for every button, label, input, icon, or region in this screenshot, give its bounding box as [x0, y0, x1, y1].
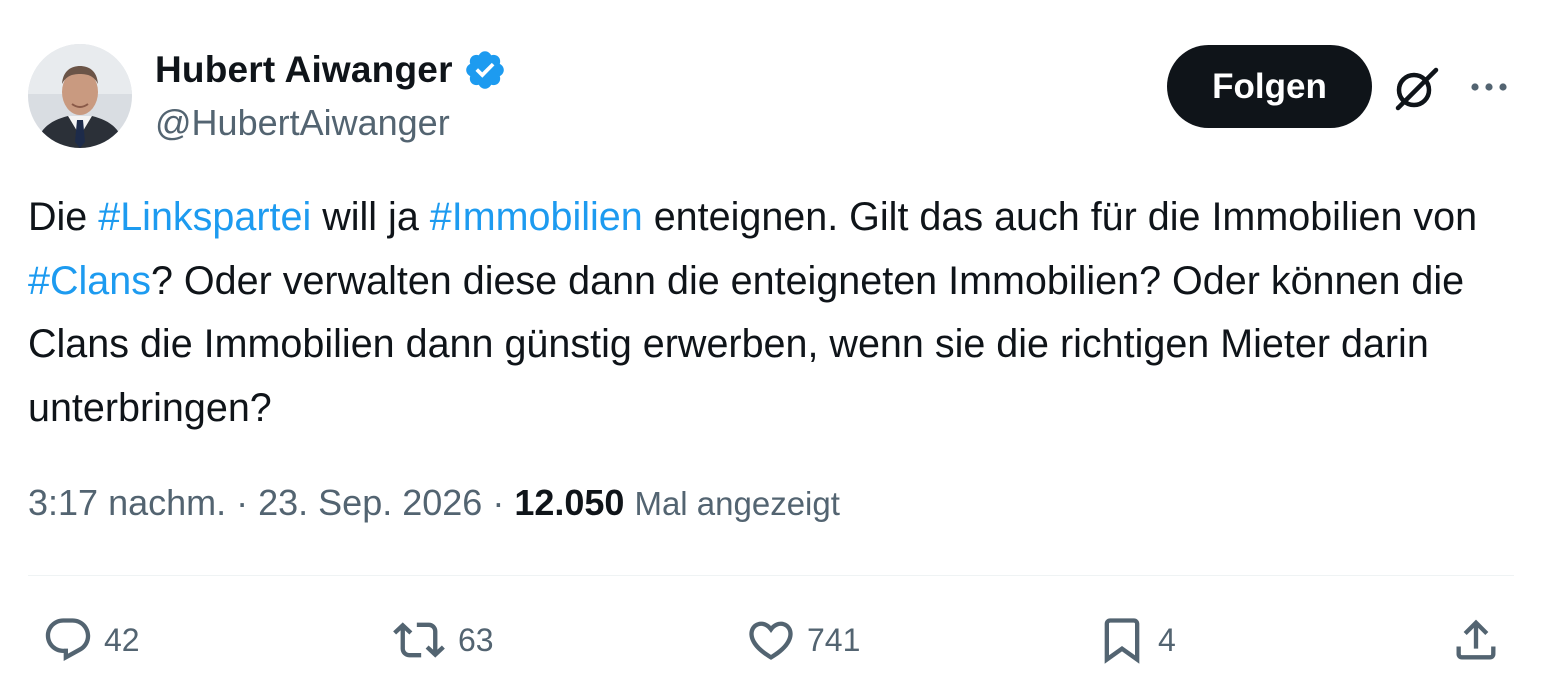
share-icon	[1456, 619, 1496, 660]
avatar-photo	[28, 44, 132, 148]
author-name-row: Hubert Aiwanger	[155, 48, 507, 92]
tweet-text-segment: will ja	[311, 195, 430, 239]
tweet-date[interactable]: 23. Sep. 2026	[258, 482, 482, 523]
more-icon[interactable]	[1466, 70, 1512, 104]
author-handle[interactable]: @HubertAiwanger	[155, 102, 450, 144]
avatar[interactable]	[28, 44, 132, 148]
like-button[interactable]: 741	[745, 610, 860, 670]
follow-button[interactable]: Folgen	[1167, 45, 1372, 128]
reply-count: 42	[104, 621, 140, 658]
tweet-text-segment: ? Oder verwalten diese dann die enteigne…	[28, 258, 1465, 430]
bookmark-count: 4	[1158, 621, 1176, 658]
tweet-meta: 3:17 nachm. · 23. Sep. 2026 · 12.050 Mal…	[28, 482, 840, 524]
verified-badge-icon[interactable]	[463, 48, 507, 92]
reply-icon	[45, 618, 91, 662]
hashtag-link[interactable]: #Immobilien	[430, 195, 643, 239]
views-count: 12.050	[514, 482, 625, 523]
like-count: 741	[807, 621, 861, 658]
views-label: Mal angezeigt	[634, 485, 840, 522]
meta-separator: ·	[482, 482, 515, 523]
bookmark-button[interactable]: 4	[1096, 610, 1176, 670]
retweet-button[interactable]: 63	[390, 610, 494, 670]
tweet-text: Die #Linkspartei will ja #Immobilien ent…	[28, 186, 1528, 440]
author-name[interactable]: Hubert Aiwanger	[155, 49, 453, 91]
bookmark-icon	[1104, 618, 1140, 664]
reply-button[interactable]: 42	[42, 610, 140, 670]
divider	[28, 575, 1514, 576]
tweet-time[interactable]: 3:17 nachm.	[28, 482, 226, 523]
hashtag-link[interactable]: #Linkspartei	[98, 195, 311, 239]
tweet-text-segment: Die	[28, 195, 99, 239]
share-button[interactable]	[1450, 610, 1502, 670]
retweet-count: 63	[458, 621, 494, 658]
hashtag-link[interactable]: #Clans	[28, 259, 151, 303]
grok-icon[interactable]	[1390, 62, 1442, 114]
retweet-icon	[393, 622, 445, 658]
heart-icon	[749, 621, 793, 660]
tweet-text-segment: enteignen. Gilt das auch für die Immobil…	[642, 195, 1478, 239]
meta-separator: ·	[226, 482, 259, 523]
